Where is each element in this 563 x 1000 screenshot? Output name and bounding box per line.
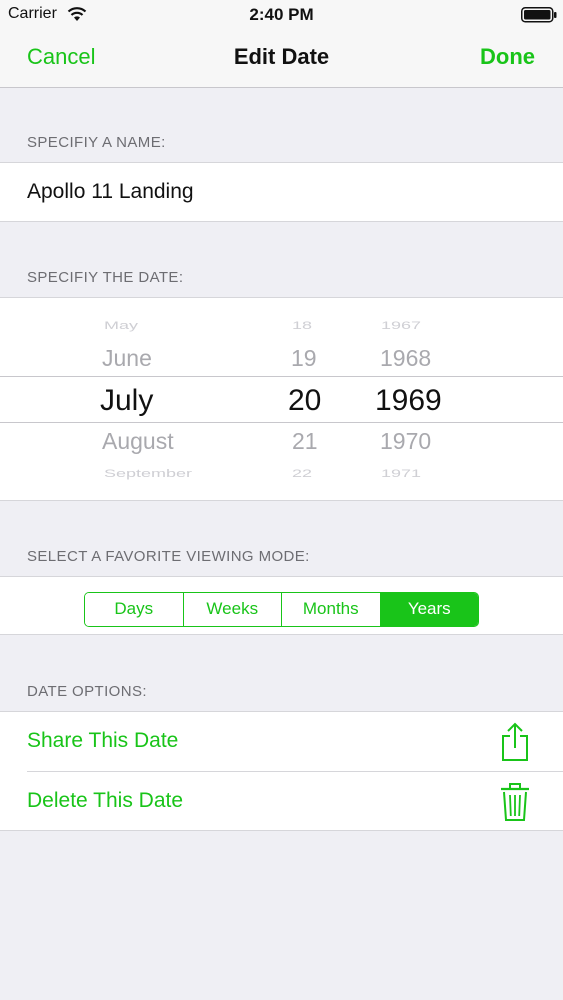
name-field[interactable]: Apollo 11 Landing: [27, 180, 194, 204]
done-button[interactable]: Done: [480, 44, 535, 70]
share-icon[interactable]: [500, 722, 530, 762]
year-wheel-item[interactable]: 1970: [380, 428, 431, 455]
delete-date-row[interactable]: Delete This Date: [0, 772, 563, 831]
status-bar: Carrier 2:40 PM: [0, 0, 563, 30]
segment-days[interactable]: Days: [85, 593, 184, 626]
date-picker[interactable]: May June July August September 18 19 20 …: [0, 297, 563, 501]
month-wheel-item[interactable]: August: [102, 428, 174, 455]
segment-years[interactable]: Years: [380, 593, 478, 626]
segment-weeks[interactable]: Weeks: [183, 593, 282, 626]
share-date-label: Share This Date: [27, 729, 179, 752]
year-wheel-selected[interactable]: 1969: [375, 384, 442, 418]
day-wheel-item[interactable]: 18: [292, 319, 312, 332]
date-options-section-header: DATE OPTIONS:: [27, 683, 147, 700]
date-section-header: SPECIFIY THE DATE:: [27, 269, 184, 286]
day-wheel-item[interactable]: 19: [291, 345, 317, 372]
navigation-bar: Cancel Edit Date Done: [0, 30, 563, 88]
name-cell: Apollo 11 Landing: [0, 162, 563, 222]
picker-selection-top-line: [0, 376, 563, 377]
date-options-group: Share This Date Delete This Date: [0, 711, 563, 831]
viewing-mode-cell: Days Weeks Months Years: [0, 576, 563, 635]
status-time: 2:40 PM: [249, 5, 314, 24]
trash-icon[interactable]: [500, 782, 530, 822]
day-wheel-selected[interactable]: 20: [288, 384, 321, 418]
delete-date-label: Delete This Date: [27, 789, 184, 812]
day-wheel-item[interactable]: 21: [292, 428, 318, 455]
day-wheel-item[interactable]: 22: [292, 467, 312, 480]
year-wheel-item[interactable]: 1967: [381, 319, 421, 332]
battery-icon: [521, 7, 557, 23]
month-wheel-item[interactable]: June: [102, 345, 152, 372]
month-wheel-selected[interactable]: July: [100, 384, 153, 418]
month-wheel-item[interactable]: May: [104, 319, 138, 332]
picker-selection-bottom-line: [0, 422, 563, 423]
viewing-mode-section-header: SELECT A FAVORITE VIEWING MODE:: [27, 548, 310, 565]
viewing-mode-segmented-control[interactable]: Days Weeks Months Years: [84, 592, 479, 627]
year-wheel-item[interactable]: 1968: [380, 345, 431, 372]
month-wheel-item[interactable]: September: [104, 467, 192, 480]
segment-months[interactable]: Months: [282, 593, 381, 626]
name-section-header: SPECIFIY A NAME:: [27, 134, 166, 151]
cancel-button[interactable]: Cancel: [27, 44, 95, 70]
share-date-row[interactable]: Share This Date: [0, 712, 563, 772]
year-wheel-item[interactable]: 1971: [381, 467, 421, 480]
